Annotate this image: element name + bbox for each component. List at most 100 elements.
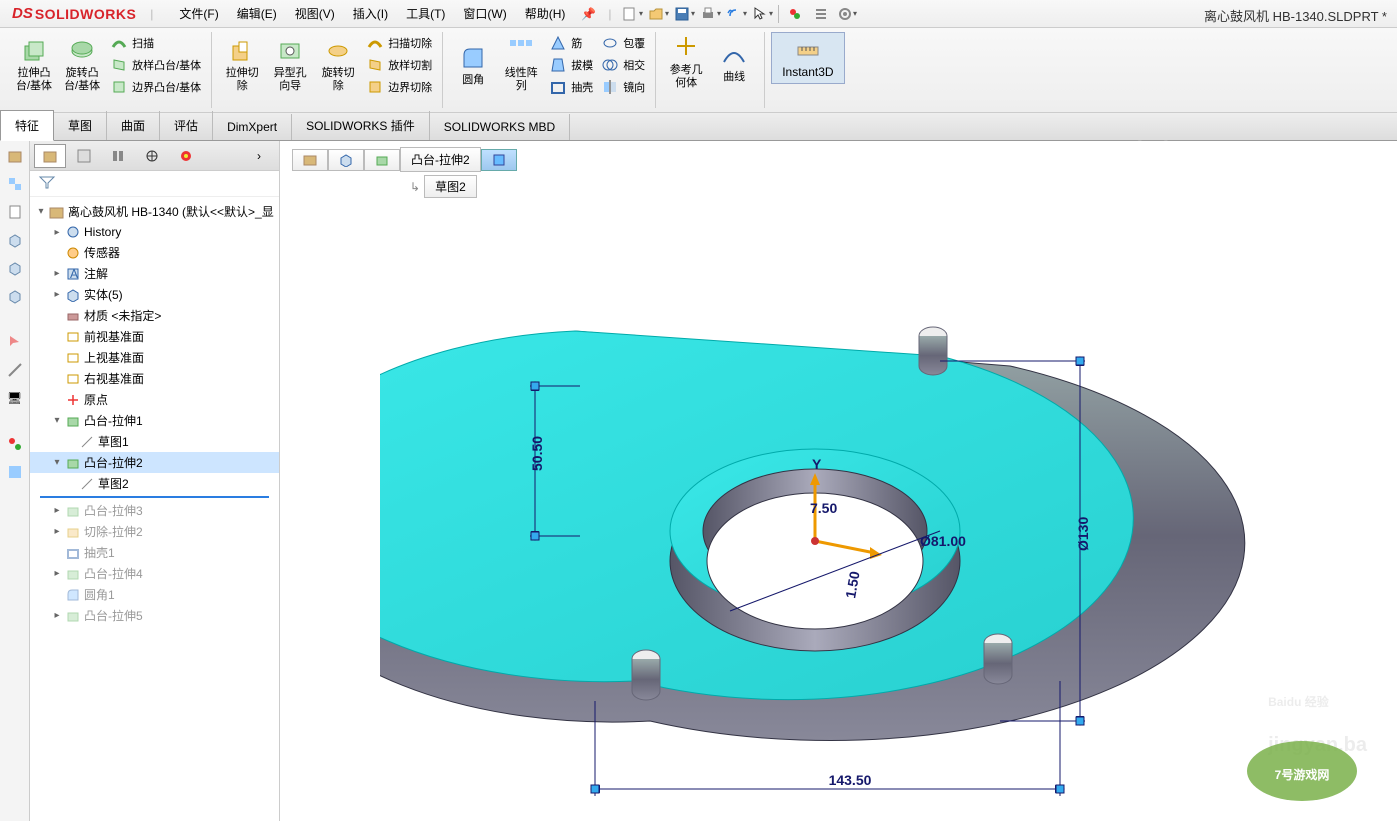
menubar: DS SOLIDWORKS | 文件(F) 编辑(E) 视图(V) 插入(I) … [0,0,1397,28]
rail-display-icon[interactable]: 🖥 [4,387,26,409]
menu-help[interactable]: 帮助(H) [517,1,574,26]
rail-appearances-icon[interactable] [4,433,26,455]
tree-material[interactable]: 材质 <未指定> [84,307,161,324]
tab-sw-addins[interactable]: SOLIDWORKS 插件 [292,111,430,140]
select-button[interactable]: ▾ [749,3,775,25]
rail-part-icon[interactable] [4,145,26,167]
intersect-button[interactable]: 相交 [597,54,649,76]
rail-custom-icon[interactable] [4,461,26,483]
tree-sketch2[interactable]: 草图2 [98,475,129,492]
menu-file[interactable]: 文件(F) [171,1,226,26]
bc-part-icon[interactable] [292,149,328,171]
options-list-button[interactable] [808,3,834,25]
graphics-viewport[interactable]: 凸台-拉伸2 ↳ 草图2 [280,141,1397,821]
draft-button[interactable]: 拔模 [545,54,597,76]
rail-cube3-icon[interactable] [4,285,26,307]
ruler-icon [794,37,822,65]
tree-solid-bodies[interactable]: 实体(5) [84,286,123,303]
options-button[interactable]: ▾ [834,3,860,25]
boundary-cut-button[interactable]: 边界切除 [362,76,436,98]
tree-shell1[interactable]: 抽壳1 [84,544,115,561]
tab-dimxpert[interactable]: DimXpert [213,114,292,140]
rail-cube2-icon[interactable] [4,257,26,279]
rail-sketch-icon[interactable] [4,359,26,381]
tree-sketch1[interactable]: 草图1 [98,433,129,450]
rail-cube1-icon[interactable] [4,229,26,251]
tree-boss-ext5[interactable]: 凸台-拉伸5 [84,607,143,624]
tree-tab-feature[interactable] [34,144,66,168]
tab-feature[interactable]: 特征 [0,110,54,141]
tree-cut-ext2[interactable]: 切除-拉伸2 [84,523,143,540]
menu-edit[interactable]: 编辑(E) [229,1,285,26]
tab-sw-mbd[interactable]: SOLIDWORKS MBD [430,114,570,140]
tree-front-plane[interactable]: 前视基准面 [84,328,144,345]
svg-text:Ø81.00: Ø81.00 [920,533,966,549]
breadcrumb: 凸台-拉伸2 [292,147,517,172]
tree-tab-display[interactable] [170,144,202,168]
tree-history[interactable]: History [84,225,121,239]
boundary-boss-button[interactable]: 边界凸台/基体 [106,76,205,98]
sweep-button[interactable]: 扫描 [106,32,205,54]
tab-evaluate[interactable]: 评估 [160,111,213,140]
tree-root[interactable]: 离心鼓风机 HB-1340 (默认<<默认>_显 [68,203,274,220]
tree-fillet1[interactable]: 圆角1 [84,586,115,603]
mirror-button[interactable]: 镜向 [597,76,649,98]
tab-surface[interactable]: 曲面 [107,111,160,140]
extrude-boss-button[interactable]: 拉伸凸台/基体 [10,32,58,98]
rail-assembly-icon[interactable] [4,173,26,195]
revolve-boss-button[interactable]: 旋转凸台/基体 [58,32,106,98]
instant3d-button[interactable]: Instant3D [771,32,844,84]
rail-arrow-icon[interactable] [4,331,26,353]
rebuild-button[interactable] [782,3,808,25]
curves-button[interactable]: 曲线 [710,32,758,92]
tree-tab-more[interactable]: › [243,144,275,168]
tree-tab-dimxpert[interactable] [136,144,168,168]
sweep-cut-button[interactable]: 扫描切除 [362,32,436,54]
model-canvas[interactable]: Y 50.50 143.50 Ø130 [380,201,1280,821]
tree-top-plane[interactable]: 上视基准面 [84,349,144,366]
linear-pattern-button[interactable]: 线性阵列 [497,32,545,98]
extrude-cut-button[interactable]: 拉伸切除 [218,32,266,98]
tree-tab-property[interactable] [68,144,100,168]
menu-tools[interactable]: 工具(T) [398,1,453,26]
tree-boss-ext2[interactable]: 凸台-拉伸2 [84,454,143,471]
tree-tab-config[interactable] [102,144,134,168]
fillet-button[interactable]: 圆角 [449,32,497,98]
new-button[interactable]: ▾ [619,3,645,25]
funnel-icon[interactable] [38,175,56,189]
breadcrumb-child[interactable]: ↳ 草图2 [410,175,477,198]
print-button[interactable]: ▾ [697,3,723,25]
menu-view[interactable]: 视图(V) [287,1,343,26]
tree-boss-ext1[interactable]: 凸台-拉伸1 [84,412,143,429]
save-button[interactable]: ▾ [671,3,697,25]
shell-button[interactable]: 抽壳 [545,76,597,98]
revolve-cut-button[interactable]: 旋转切除 [314,32,362,98]
tree-right-plane[interactable]: 右视基准面 [84,370,144,387]
rail-drawing-icon[interactable] [4,201,26,223]
svg-text:Y: Y [812,456,822,472]
left-task-rail: 🖥 [0,141,30,821]
feature-tree-panel: › ▾离心鼓风机 HB-1340 (默认<<默认>_显 ▸History 传感器… [30,141,280,821]
pin-icon[interactable]: 📌 [581,7,596,21]
tree-boss-ext4[interactable]: 凸台-拉伸4 [84,565,143,582]
bc-feature-icon[interactable] [364,149,400,171]
bc-face-icon[interactable] [481,149,517,171]
rib-button[interactable]: 筋 [545,32,597,54]
bc-feature-name[interactable]: 凸台-拉伸2 [400,147,481,172]
menu-insert[interactable]: 插入(I) [345,1,396,26]
ref-geom-button[interactable]: 参考几何体 [662,32,710,92]
wrap-button[interactable]: 包覆 [597,32,649,54]
loft-cut-button[interactable]: 放样切割 [362,54,436,76]
feature-tree[interactable]: ▾离心鼓风机 HB-1340 (默认<<默认>_显 ▸History 传感器 ▸… [30,197,279,821]
tree-boss-ext3[interactable]: 凸台-拉伸3 [84,502,143,519]
menu-window[interactable]: 窗口(W) [455,1,514,26]
tree-origin[interactable]: 原点 [84,391,108,408]
bc-body-icon[interactable] [328,149,364,171]
tree-sensors[interactable]: 传感器 [84,244,120,261]
tree-annotations[interactable]: 注解 [84,265,108,282]
open-button[interactable]: ▾ [645,3,671,25]
tab-sketch[interactable]: 草图 [54,111,107,140]
loft-boss-button[interactable]: 放样凸台/基体 [106,54,205,76]
undo-button[interactable]: ▾ [723,3,749,25]
hole-wizard-button[interactable]: 异型孔向导 [266,32,314,98]
